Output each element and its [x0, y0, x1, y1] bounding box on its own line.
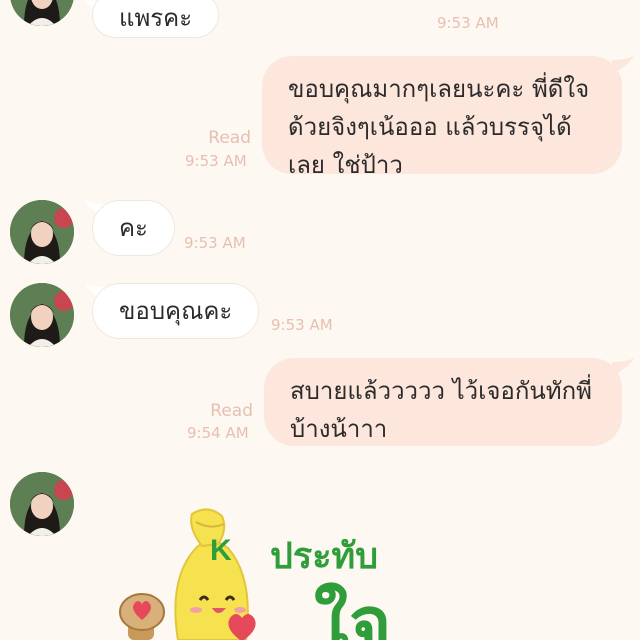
- avatar-photo-icon: [10, 200, 74, 264]
- bubble-tail-icon: [612, 358, 634, 376]
- k-mascot-sticker-icon[interactable]: K ประทับ ใจ: [118, 508, 418, 640]
- chat-thread[interactable]: แพรคะ 9:53 AM ขอบคุณมากๆเลยนะคะ พี่ดีใจ …: [0, 0, 640, 640]
- message-time: 9:54 AM: [187, 424, 249, 442]
- message-text: คะ: [119, 214, 148, 242]
- contact-avatar[interactable]: [10, 283, 74, 347]
- message-time: 9:53 AM: [271, 316, 333, 334]
- message-line: เลย ใช่ป้าว: [288, 151, 403, 179]
- bubble-tail-icon: [612, 56, 634, 74]
- message-line: ด้วยจิงๆเน้อออ แล้วบรรจุได้: [288, 113, 572, 141]
- message-time: 9:53 AM: [437, 14, 499, 32]
- message-line: บ้างน้าาา: [290, 415, 388, 443]
- read-receipt: Read: [208, 128, 251, 148]
- svg-text:K: K: [210, 534, 232, 567]
- message-line: สบายแล้ววววว ไว้เจอกันทักพี่: [290, 377, 592, 405]
- message-time: 9:53 AM: [185, 152, 247, 170]
- message-text: ขอบคุณคะ: [119, 297, 233, 325]
- sticker-text: ใจ: [314, 581, 391, 640]
- message-time: 9:53 AM: [184, 234, 246, 252]
- message-bubble[interactable]: ขอบคุณมากๆเลยนะคะ พี่ดีใจ ด้วยจิงๆเน้อออ…: [262, 56, 622, 179]
- contact-avatar[interactable]: [10, 0, 74, 26]
- message-bubble[interactable]: ขอบคุณคะ: [92, 283, 260, 339]
- read-receipt: Read: [210, 401, 253, 421]
- message-bubble[interactable]: แพรคะ: [92, 0, 220, 38]
- avatar-photo-icon: [10, 0, 74, 26]
- message-bubble[interactable]: คะ: [92, 200, 175, 256]
- contact-avatar[interactable]: [10, 200, 74, 264]
- contact-avatar[interactable]: [10, 472, 74, 536]
- avatar-photo-icon: [10, 283, 74, 347]
- message-bubble[interactable]: สบายแล้ววววว ไว้เจอกันทักพี่ บ้างน้าาา: [264, 358, 622, 446]
- message-text: แพรคะ: [119, 4, 193, 32]
- message-line: ขอบคุณมากๆเลยนะคะ พี่ดีใจ: [288, 75, 590, 103]
- avatar-photo-icon: [10, 472, 74, 536]
- sticker-text: ประทับ: [270, 536, 378, 577]
